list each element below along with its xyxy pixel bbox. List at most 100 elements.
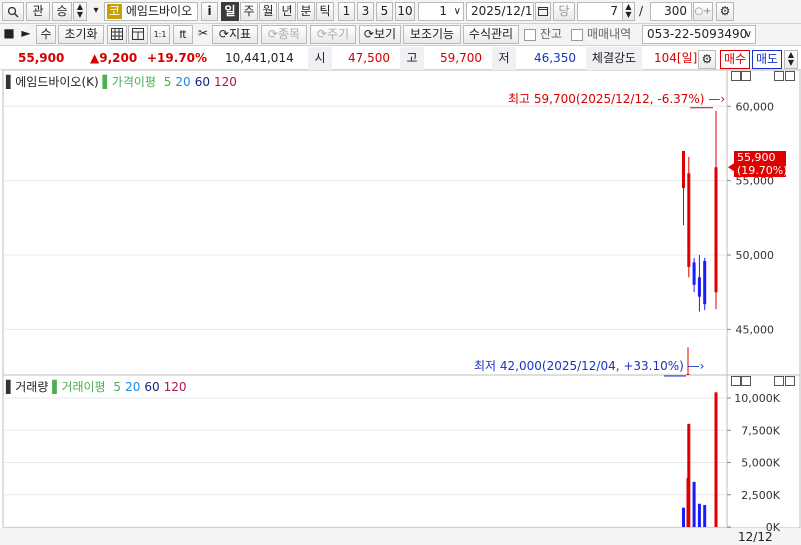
volume-pane-restore-icon[interactable] — [774, 376, 784, 386]
ma-label: 가격이평 — [111, 75, 156, 89]
stock-info-button[interactable]: i — [201, 2, 218, 21]
formula-manage-button[interactable]: 수식관리 — [463, 25, 519, 44]
volume-pane-title: ▌거래량 ▌거래이평 5 20 60 120 — [6, 380, 187, 394]
display-count-spinner[interactable]: ▲ ▼ — [622, 2, 635, 21]
play-button[interactable]: ► — [19, 25, 33, 44]
period-tab-4[interactable]: 분 — [297, 2, 315, 21]
count-button-3[interactable]: 10 — [395, 2, 415, 21]
sell-button[interactable]: 매도 — [752, 50, 782, 69]
low-label: 저 — [492, 47, 516, 70]
compare-stock-button[interactable]: ⟳종목 — [261, 25, 307, 44]
candle-icon: ₶ — [179, 27, 187, 41]
low-note: 최저 42,000(2025/12/04, +33.10%) —› — [474, 359, 705, 373]
volume-bar — [697, 503, 701, 527]
volume-bar — [703, 505, 707, 527]
interval-select[interactable]: 1 ∨ — [418, 2, 464, 21]
lookup-button[interactable]: ○+ — [693, 2, 713, 21]
stock-updown-spinner[interactable]: ▲ ▼ — [73, 2, 87, 21]
trade-history-label: 매매내역 — [587, 27, 632, 41]
count-separator: / — [639, 4, 644, 18]
count-button-1[interactable]: 3 — [357, 2, 374, 21]
chevron-down-icon: ∨ — [453, 6, 461, 17]
reset-button[interactable]: 초기화 — [58, 25, 104, 44]
period-change-label: 주기 — [326, 27, 350, 41]
high-price: 59,700 — [440, 51, 482, 65]
volume-pane-link-icon[interactable] — [731, 376, 741, 386]
dropdown-arrow-icon[interactable]: ▾ — [90, 2, 102, 21]
calendar-button[interactable] — [535, 2, 551, 21]
scissors-icon: ✂ — [197, 26, 209, 40]
date-field[interactable]: 2025/12/13 — [466, 2, 534, 21]
date-unit-button[interactable]: 당 — [553, 2, 575, 21]
chevron-down-icon: ∨ — [744, 29, 752, 40]
total-count-input[interactable]: 300 — [650, 2, 692, 21]
pane-restore-icon[interactable] — [774, 71, 784, 81]
volume-ma-3: 120 — [163, 380, 187, 394]
period-tab-2[interactable]: 월 — [259, 2, 277, 21]
settings-button[interactable]: ⚙ — [716, 2, 734, 21]
lookup-plus-icon: ○+ — [694, 6, 712, 17]
price-ma-2: 60 — [194, 75, 210, 89]
volume-tick-label: 5,000K — [741, 457, 780, 470]
triangle-updown-icon: ▲ ▼ — [787, 50, 795, 67]
high-note: 최고 59,700(2025/12/12, -6.37%) —› — [508, 92, 726, 106]
pane-close-icon[interactable] — [785, 71, 795, 81]
period-tab-0[interactable]: 일 — [221, 2, 239, 21]
volume-tick-label: 10,000K — [734, 392, 780, 405]
x-axis-strip — [0, 528, 801, 545]
view-button[interactable]: ⟳보기 — [359, 25, 401, 44]
period-change-button[interactable]: ⟳주기 — [310, 25, 356, 44]
trade-history-checkbox[interactable] — [571, 29, 583, 41]
display-count-input[interactable]: 7 — [577, 2, 623, 21]
period-tab-1[interactable]: 주 — [240, 2, 258, 21]
gear-icon: ⚙ — [719, 4, 731, 18]
period-tab-3[interactable]: 년 — [278, 2, 296, 21]
compare-stock-label: 종목 — [277, 27, 301, 41]
seung-button[interactable]: 승 — [52, 2, 72, 21]
account-select[interactable]: 053-22-5093490 ∨ — [642, 25, 756, 44]
period-tab-5[interactable]: 틱 — [316, 2, 334, 21]
candle-type-button[interactable]: ₶ — [173, 25, 193, 44]
grid-table-button[interactable] — [107, 25, 127, 44]
price-tick-label: 60,000 — [736, 100, 775, 113]
su-button[interactable]: 수 — [36, 25, 56, 44]
current-price-flag-pct: (19.70%) — [737, 164, 788, 177]
view-label: 보기 — [373, 27, 397, 41]
volume-bar — [687, 423, 691, 527]
x-axis-last-date: 12/12 — [738, 530, 773, 544]
refresh-icon: ⟳ — [363, 27, 374, 41]
chart-canvas[interactable]: 60,00055,00050,00045,00010,000K7,500K5,0… — [0, 70, 801, 545]
balance-checkbox[interactable] — [524, 29, 536, 41]
pane-log-icon[interactable] — [741, 71, 751, 81]
stop-button[interactable]: ■ — [2, 25, 16, 44]
volume-bar — [714, 392, 718, 527]
stock-code-badge: 코 — [107, 4, 123, 19]
price-ma-1: 20 — [175, 75, 191, 89]
layout-button[interactable] — [128, 25, 148, 44]
crosshair-button[interactable]: ✂ — [196, 25, 210, 44]
quote-expand-button[interactable]: ▲ ▼ — [784, 50, 798, 69]
interest-button[interactable]: 관 — [26, 2, 50, 21]
count-button-0[interactable]: 1 — [338, 2, 355, 21]
buy-button[interactable]: 매수 — [720, 50, 750, 69]
count-button-2[interactable]: 5 — [376, 2, 393, 21]
stock-name-field[interactable]: 코 에임드바이오 — [104, 2, 198, 21]
indicator-button[interactable]: ⟳지표 — [212, 25, 258, 44]
layout-icon — [132, 28, 144, 40]
play-triangle-icon: ► — [21, 26, 31, 40]
price-tick-label: 45,000 — [736, 323, 775, 336]
pane-link-icon[interactable] — [731, 71, 741, 81]
volume-pane-close-icon[interactable] — [785, 376, 795, 386]
volume-pane-log-icon[interactable] — [741, 376, 751, 386]
volume-bar — [692, 481, 696, 527]
table-grid-icon — [111, 28, 123, 40]
candle-body — [692, 262, 696, 285]
chart-area[interactable]: 60,000 55,000 50,000 45,000 10,000K 7,500K 5,0… — [0, 70, 801, 545]
quote-settings-button[interactable]: ⚙ — [698, 50, 716, 69]
price-ma-0: 5 — [163, 75, 172, 89]
volume-bar — [682, 507, 685, 527]
ratio-button[interactable]: 1:1 — [150, 25, 170, 44]
aux-function-button[interactable]: 보조기능 — [403, 25, 461, 44]
search-button[interactable] — [2, 2, 24, 21]
high-note-text: 최고 59,700(2025/12/12, -6.37%) — [508, 92, 705, 106]
